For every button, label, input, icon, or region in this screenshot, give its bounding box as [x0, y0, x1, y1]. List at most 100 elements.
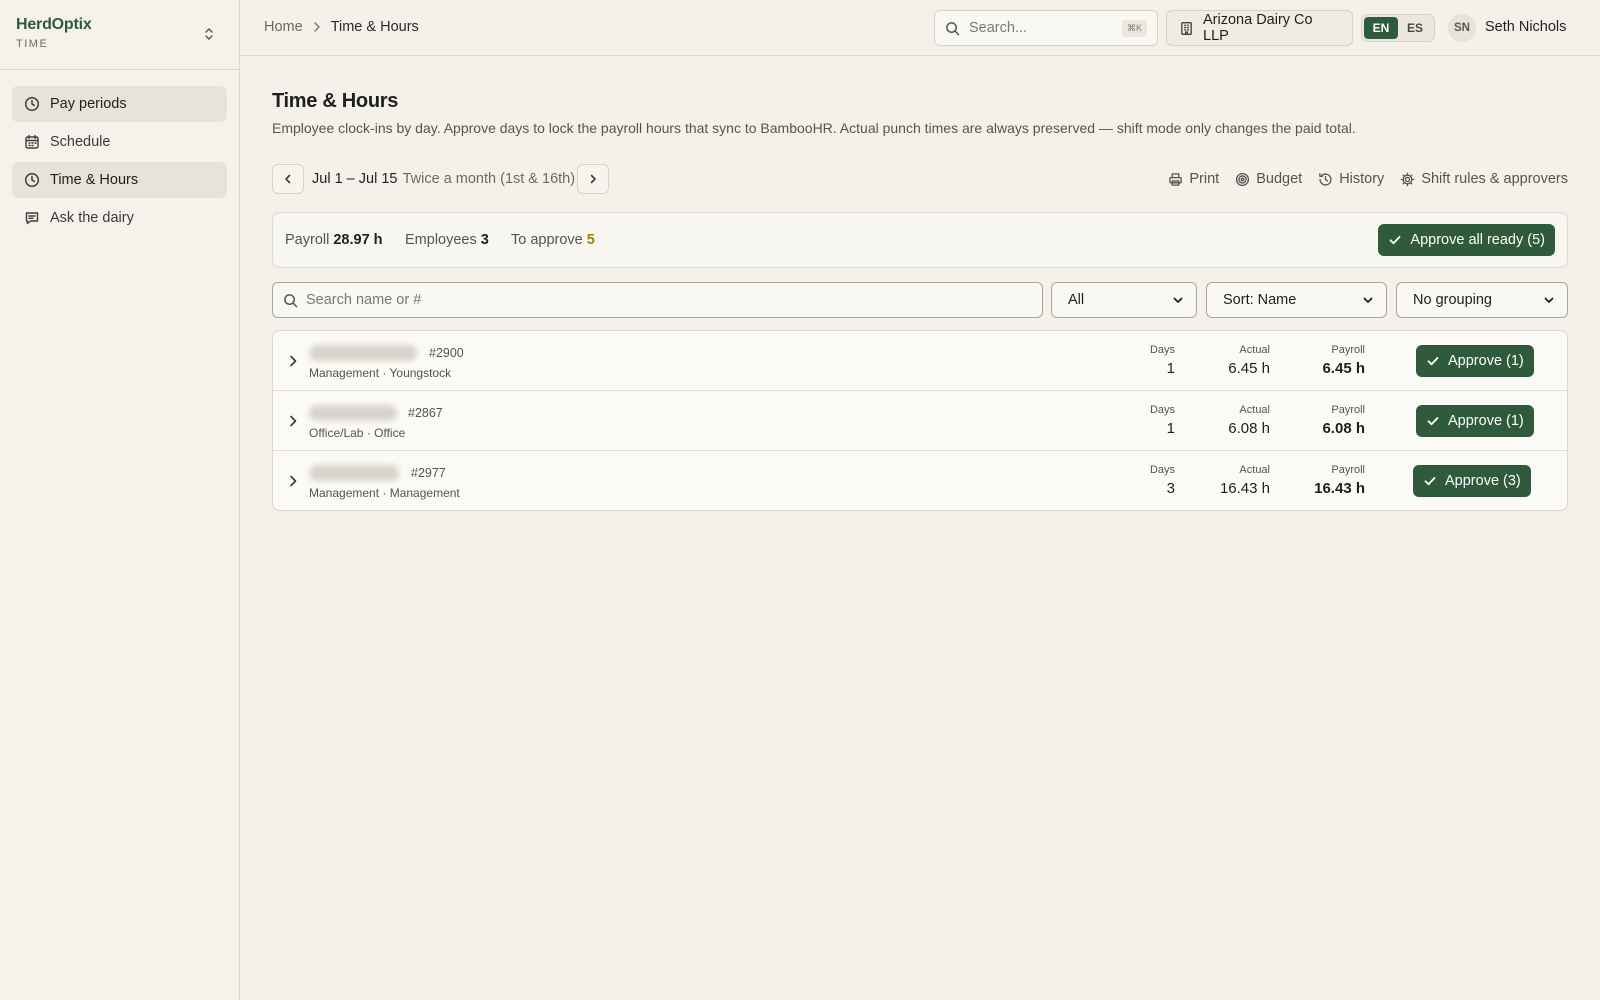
- sidebar-item-time-hours[interactable]: Time & Hours: [12, 162, 227, 198]
- breadcrumb-home-link[interactable]: Home: [264, 19, 303, 35]
- table-row[interactable]: #2867 Office/Lab · Office Days 1 Actual …: [273, 391, 1567, 451]
- sort-select[interactable]: Sort: Name: [1206, 282, 1387, 318]
- period-navigator: Jul 1 – Jul 15 · Twice a month (1st & 16…: [272, 164, 1568, 196]
- previous-period-button[interactable]: [272, 164, 304, 194]
- to-approve-label: To approve: [511, 232, 583, 248]
- employee-meta: Office/Lab · Office: [309, 426, 406, 440]
- payroll-value: 16.43 h: [1314, 480, 1365, 497]
- brand-header[interactable]: HerdOptix TIME: [0, 0, 239, 70]
- sidebar-item-label: Time & Hours: [50, 172, 139, 188]
- chevron-right-icon[interactable]: [285, 413, 301, 429]
- check-icon: [1426, 414, 1440, 428]
- table-row[interactable]: #2977 Management · Management Days 3 Act…: [273, 451, 1567, 510]
- check-icon: [1426, 354, 1440, 368]
- days-label: Days: [1149, 344, 1175, 356]
- employee-number: #2900: [429, 346, 464, 360]
- status-filter-value: All: [1068, 292, 1085, 308]
- language-toggle: EN ES: [1361, 14, 1435, 42]
- actual-cell: Actual 6.45 h: [1203, 344, 1270, 377]
- shift-rules-button[interactable]: Shift rules & approvers: [1400, 171, 1568, 187]
- print-button[interactable]: Print: [1168, 171, 1219, 187]
- days-label: Days: [1149, 464, 1175, 476]
- user-name[interactable]: Seth Nichols: [1485, 19, 1566, 35]
- approve-all-button[interactable]: Approve all ready (5): [1378, 224, 1555, 256]
- payroll-value: 28.97 h: [333, 232, 383, 248]
- page-actions: Print Budget History Shift rules & appro…: [1152, 171, 1568, 187]
- filter-bar: Search name or # All Sort: Name No group…: [272, 282, 1568, 318]
- gear-icon: [1400, 172, 1415, 187]
- language-en-button[interactable]: EN: [1364, 17, 1398, 39]
- actual-cell: Actual 16.43 h: [1203, 464, 1270, 497]
- history-button[interactable]: History: [1318, 171, 1384, 187]
- organization-switcher[interactable]: Arizona Dairy Co LLP: [1166, 10, 1353, 46]
- global-search-input[interactable]: Search... ⌘K: [934, 10, 1158, 46]
- payroll-value: 6.08 h: [1322, 420, 1365, 437]
- budget-button[interactable]: Budget: [1235, 171, 1302, 187]
- status-filter-select[interactable]: All: [1051, 282, 1197, 318]
- payroll-value: 6.45 h: [1322, 360, 1365, 377]
- avatar[interactable]: SN: [1448, 14, 1476, 42]
- search-icon: [945, 21, 960, 36]
- calendar-icon: [24, 134, 40, 150]
- actual-label: Actual: [1239, 404, 1270, 416]
- building-icon: [1179, 21, 1194, 36]
- approve-label: Approve (1): [1448, 353, 1524, 369]
- chevron-right-icon: [587, 173, 599, 185]
- next-period-button[interactable]: [577, 164, 609, 194]
- shift-rules-label: Shift rules & approvers: [1421, 171, 1568, 187]
- chevron-right-icon[interactable]: [285, 353, 301, 369]
- clock-icon: [24, 172, 40, 188]
- employee-search-input[interactable]: Search name or #: [272, 282, 1043, 318]
- language-es-button[interactable]: ES: [1398, 17, 1432, 39]
- actual-label: Actual: [1239, 464, 1270, 476]
- chevron-right-icon: [312, 21, 322, 33]
- employees-stat: Employees 3: [405, 232, 489, 248]
- days-value: 1: [1166, 420, 1175, 437]
- days-value: 3: [1166, 480, 1175, 497]
- shortcut-hint: ⌘K: [1121, 19, 1147, 37]
- employees-value: 3: [480, 232, 489, 248]
- sidebar-item-pay-periods[interactable]: Pay periods: [12, 86, 227, 122]
- sidebar-item-label: Pay periods: [50, 96, 127, 112]
- chevrons-up-down-icon[interactable]: [203, 26, 215, 42]
- employee-list: #2900 Management · Youngstock Days 1 Act…: [272, 330, 1568, 511]
- history-label: History: [1339, 171, 1385, 187]
- table-row[interactable]: #2900 Management · Youngstock Days 1 Act…: [273, 331, 1567, 391]
- period-frequency: · Twice a month (1st & 16th): [394, 171, 576, 187]
- period-range: Jul 1 – Jul 15: [312, 171, 398, 187]
- sidebar-item-ask-the-dairy[interactable]: Ask the dairy: [12, 200, 227, 236]
- page-description: Employee clock-ins by day. Approve days …: [272, 120, 1356, 136]
- printer-icon: [1168, 172, 1183, 187]
- employee-number: #2867: [408, 406, 443, 420]
- employee-name-redacted: [309, 345, 417, 361]
- employees-label: Employees: [405, 232, 477, 248]
- breadcrumb: Home Time & Hours: [264, 19, 419, 35]
- check-icon: [1388, 233, 1402, 247]
- sort-value: Sort: Name: [1223, 292, 1297, 308]
- payroll-label: Payroll: [1331, 404, 1365, 416]
- payroll-stat: Payroll 28.97 h: [285, 232, 383, 248]
- actual-value: 6.45 h: [1228, 360, 1270, 377]
- actual-label: Actual: [1239, 344, 1270, 356]
- approve-button[interactable]: Approve (3): [1413, 465, 1531, 497]
- sidebar-item-label: Schedule: [50, 134, 111, 150]
- days-cell: Days 1: [1133, 344, 1175, 377]
- grouping-select[interactable]: No grouping: [1396, 282, 1568, 318]
- payroll-label: Payroll: [1331, 464, 1365, 476]
- history-icon: [1318, 172, 1333, 187]
- actual-value: 6.08 h: [1228, 420, 1270, 437]
- grouping-value: No grouping: [1413, 292, 1492, 308]
- employee-number: #2977: [411, 466, 446, 480]
- sidebar-item-schedule[interactable]: Schedule: [12, 124, 227, 160]
- search-icon: [283, 293, 298, 308]
- chevron-right-icon[interactable]: [285, 473, 301, 489]
- approve-button[interactable]: Approve (1): [1416, 405, 1534, 437]
- check-icon: [1423, 474, 1437, 488]
- sidebar-nav: Pay periods Schedule Time & Hours Ask th…: [0, 70, 239, 254]
- approve-button[interactable]: Approve (1): [1416, 345, 1534, 377]
- budget-label: Budget: [1256, 171, 1303, 187]
- breadcrumb-current: Time & Hours: [330, 19, 419, 35]
- top-bar: Home Time & Hours Search... ⌘K Arizona D…: [240, 0, 1600, 56]
- employee-meta: Management · Youngstock: [309, 366, 452, 380]
- search-placeholder: Search...: [969, 20, 1028, 36]
